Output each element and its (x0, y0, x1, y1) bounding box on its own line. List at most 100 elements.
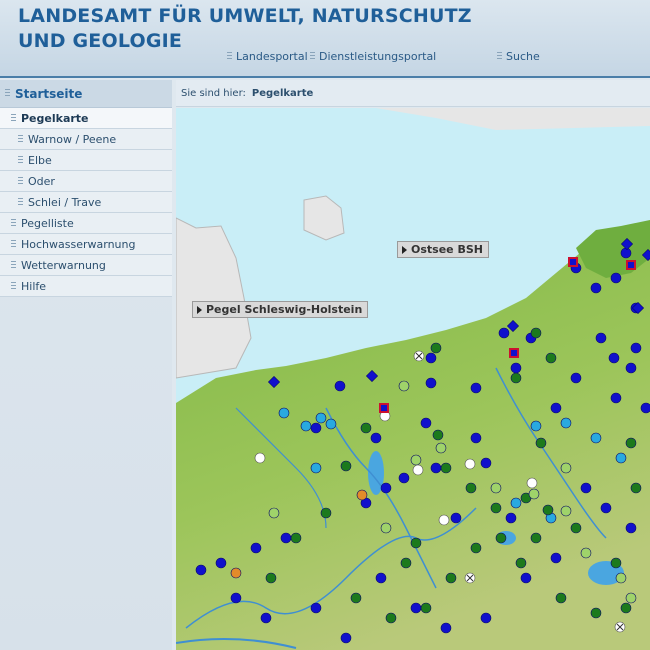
link-suche[interactable]: Suche (497, 50, 540, 63)
gauge-marker[interactable] (430, 462, 442, 474)
sidebar-item-warnow-peene[interactable]: Warnow / Peene (0, 129, 172, 150)
gauge-marker[interactable] (470, 432, 482, 444)
gauge-marker[interactable] (195, 564, 207, 576)
gauge-marker[interactable] (300, 420, 312, 432)
gauge-marker[interactable] (400, 557, 412, 569)
map-label-ostsee-bsh[interactable]: Ostsee BSH (397, 241, 489, 258)
gauge-marker[interactable] (510, 497, 522, 509)
gauge-marker[interactable] (498, 327, 510, 339)
gauge-marker[interactable] (356, 489, 368, 501)
gauge-marker[interactable] (505, 512, 517, 524)
gauge-marker[interactable] (310, 602, 322, 614)
gauge-marker[interactable] (550, 552, 562, 564)
gauge-marker[interactable] (470, 382, 482, 394)
gauge-marker[interactable] (325, 418, 337, 430)
gauge-marker[interactable] (608, 352, 620, 364)
sidebar-item-hochwasserwarnung[interactable]: Hochwasserwarnung (0, 234, 172, 255)
gauge-marker[interactable] (625, 592, 637, 604)
gauge-marker[interactable] (420, 417, 432, 429)
gauge-marker[interactable] (560, 505, 572, 517)
gauge-marker[interactable] (630, 482, 642, 494)
gauge-marker[interactable] (280, 532, 292, 544)
gauge-marker[interactable] (380, 522, 392, 534)
gauge-marker[interactable] (610, 392, 622, 404)
sidebar-item-wetterwarnung[interactable]: Wetterwarnung (0, 255, 172, 276)
gauge-marker[interactable] (430, 342, 442, 354)
gauge-marker[interactable] (620, 602, 632, 614)
gauge-marker[interactable] (528, 488, 540, 500)
gauge-marker[interactable] (265, 572, 277, 584)
gauge-marker[interactable] (590, 432, 602, 444)
gauge-marker[interactable] (350, 592, 362, 604)
sidebar-item-pegelkarte[interactable]: Pegelkarte (0, 108, 172, 129)
gauge-marker[interactable] (545, 352, 557, 364)
gauge-marker[interactable] (530, 420, 542, 432)
gauge-marker[interactable] (465, 482, 477, 494)
gauge-marker[interactable] (600, 502, 612, 514)
site-title-line1[interactable]: LANDESAMT FÜR UMWELT, NATURSCHUTZ (18, 5, 472, 27)
gauge-marker[interactable] (515, 557, 527, 569)
gauge-marker[interactable] (420, 602, 432, 614)
gauge-marker[interactable] (278, 407, 290, 419)
gauge-marker[interactable] (550, 402, 562, 414)
gauge-marker[interactable] (310, 462, 322, 474)
gauge-marker[interactable] (320, 507, 332, 519)
map-canvas[interactable] (176, 108, 650, 650)
gauge-marker[interactable] (509, 348, 519, 358)
gauge-marker[interactable] (480, 612, 492, 624)
gauge-marker[interactable] (340, 460, 352, 472)
gauge-marker[interactable] (535, 437, 547, 449)
gauge-marker[interactable] (610, 557, 622, 569)
sidebar-item-pegelliste[interactable]: Pegelliste (0, 213, 172, 234)
gauge-marker[interactable] (410, 602, 422, 614)
gauge-marker[interactable] (530, 327, 542, 339)
gauge-marker[interactable] (230, 592, 242, 604)
gauge-marker[interactable] (615, 452, 627, 464)
gauge-marker[interactable] (542, 504, 554, 516)
gauge-marker[interactable] (290, 532, 302, 544)
gauge-marker[interactable] (560, 417, 572, 429)
gauge-marker[interactable] (526, 477, 538, 489)
gauge-marker[interactable] (250, 542, 262, 554)
gauge-marker[interactable] (425, 352, 437, 364)
gauge-marker[interactable] (520, 572, 532, 584)
gauge-marker[interactable] (385, 612, 397, 624)
gauge-marker[interactable] (360, 422, 372, 434)
gauge-marker[interactable] (412, 464, 424, 476)
gauge-marker[interactable] (470, 542, 482, 554)
gauge-marker[interactable] (450, 512, 462, 524)
gauge-marker[interactable] (580, 482, 592, 494)
gauge-marker[interactable] (555, 592, 567, 604)
link-landesportal[interactable]: Landesportal (227, 50, 308, 63)
gauge-marker[interactable] (626, 260, 636, 270)
gauge-marker[interactable] (435, 442, 447, 454)
gauge-marker[interactable] (625, 522, 637, 534)
gauge-marker[interactable] (568, 257, 578, 267)
sidebar-heading[interactable]: Startseite (0, 80, 172, 108)
site-title-line2[interactable]: UND GEOLOGIE (18, 30, 182, 52)
gauge-marker[interactable] (620, 247, 632, 259)
gauge-marker[interactable] (432, 429, 444, 441)
gauge-marker[interactable] (379, 403, 389, 413)
gauge-marker[interactable] (490, 482, 502, 494)
gauge-marker[interactable] (440, 622, 452, 634)
map-label-pegel-sh[interactable]: Pegel Schleswig-Holstein (192, 301, 369, 318)
gauge-marker[interactable] (615, 572, 627, 584)
gauge-marker[interactable] (490, 502, 502, 514)
gauge-marker[interactable] (570, 522, 582, 534)
gauge-marker[interactable] (595, 332, 607, 344)
gauge-marker[interactable] (530, 532, 542, 544)
gauge-marker[interactable] (590, 607, 602, 619)
gauge-marker[interactable] (398, 472, 410, 484)
sidebar-item-schlei-trave[interactable]: Schlei / Trave (0, 192, 172, 213)
gauge-marker[interactable] (410, 454, 422, 466)
gauge-marker[interactable] (370, 432, 382, 444)
gauge-marker[interactable] (610, 272, 622, 284)
gauge-marker[interactable] (375, 572, 387, 584)
gauge-marker[interactable] (580, 547, 592, 559)
gauge-marker[interactable] (510, 372, 522, 384)
gauge-marker[interactable] (215, 557, 227, 569)
gauge-marker[interactable] (268, 507, 280, 519)
gauge-marker[interactable] (380, 482, 392, 494)
gauge-marker[interactable] (310, 422, 322, 434)
